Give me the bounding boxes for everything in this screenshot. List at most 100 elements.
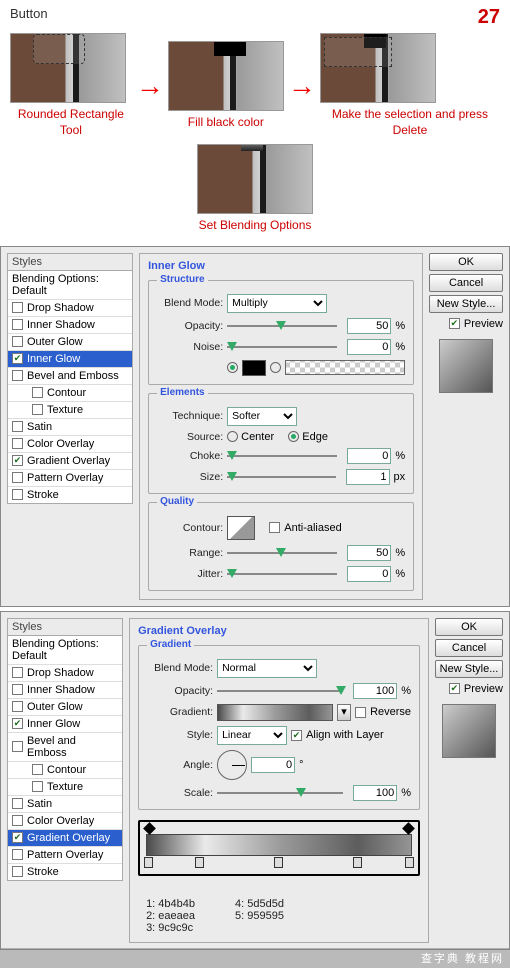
color-radio[interactable] [227,362,238,373]
blending-options[interactable]: Blending Options: Default [8,271,132,299]
layer-style-gradient-overlay: Styles Blending Options: Default Drop Sh… [0,611,510,950]
opacity-input[interactable] [353,683,397,699]
range-input[interactable] [347,545,391,561]
size-label: Size: [157,471,223,483]
fs-quality: Quality [157,496,197,507]
gradient-dropdown-icon[interactable]: ▾ [337,704,351,721]
styles-list: Blending Options: Default Drop Shadow In… [7,270,133,504]
ok-button[interactable]: OK [429,253,503,271]
scale-input[interactable] [353,785,397,801]
style-outer-glow[interactable]: Outer Glow [8,698,122,715]
style-texture[interactable]: Texture [8,778,122,795]
glow-gradient-swatch[interactable] [285,360,405,375]
gradient-stop-values: 1: 4b4b4b 2: eaeaea 3: 9c9c9c 4: 5d5d5d … [138,898,420,934]
style-outer-glow[interactable]: Outer Glow [8,333,132,350]
opacity-input[interactable] [347,318,391,334]
preview-swatch [442,704,496,758]
gradient-bar[interactable]: 1 2 3 4 5 [146,834,412,856]
style-bevel[interactable]: Bevel and Emboss [8,367,132,384]
style-drop-shadow[interactable]: Drop Shadow [8,664,122,681]
style-select[interactable]: Linear [217,726,287,745]
tutorial-step: Button 27 Rounded Rectangle Tool → Fill … [0,0,510,242]
cancel-button[interactable]: Cancel [435,639,503,657]
contour-swatch[interactable] [227,516,255,540]
contour-label: Contour: [157,522,223,534]
source-center-radio[interactable]: Center [227,431,274,443]
style-drop-shadow[interactable]: Drop Shadow [8,299,132,316]
anti-aliased-checkbox[interactable] [269,522,280,533]
preview-label: Preview [464,683,503,695]
glow-color-swatch[interactable] [242,360,266,376]
angle-wheel[interactable] [217,750,247,780]
preview-checkbox[interactable] [449,683,460,694]
watermark: 查字典 教程网 jiaocheng.chazidian.com [0,948,510,968]
style-gradient-overlay[interactable]: Gradient Overlay [8,829,122,846]
caption-2: Fill black color [168,115,284,131]
style-gradient-overlay[interactable]: Gradient Overlay [8,452,132,469]
caption-1: Rounded Rectangle Tool [10,107,132,138]
angle-input[interactable] [251,757,295,773]
scale-slider[interactable] [217,786,349,800]
align-checkbox[interactable] [291,730,302,741]
jitter-input[interactable] [347,566,391,582]
blend-mode-label: Blend Mode: [147,662,213,674]
gradient-stop[interactable] [195,857,204,868]
fs-gradient: Gradient [147,639,194,650]
style-pattern-overlay[interactable]: Pattern Overlay [8,469,132,486]
gradient-radio[interactable] [270,362,281,373]
preview-label: Preview [464,318,503,330]
style-inner-glow[interactable]: Inner Glow [8,350,132,367]
style-bevel[interactable]: Bevel and Emboss [8,732,122,761]
size-slider[interactable] [227,470,341,484]
anti-aliased-label: Anti-aliased [284,522,341,534]
style-inner-glow[interactable]: Inner Glow [8,715,122,732]
style-inner-shadow[interactable]: Inner Shadow [8,316,132,333]
caption-3: Make the selection and press Delete [320,107,500,138]
blend-mode-select[interactable]: Multiply [227,294,327,313]
thumb-2 [168,41,284,111]
blend-mode-select[interactable]: Normal [217,659,317,678]
cancel-button[interactable]: Cancel [429,274,503,292]
blending-options[interactable]: Blending Options: Default [8,636,122,664]
style-contour[interactable]: Contour [8,761,122,778]
style-inner-shadow[interactable]: Inner Shadow [8,681,122,698]
style-stroke[interactable]: Stroke [8,486,132,503]
style-label: Style: [147,729,213,741]
scale-label: Scale: [147,787,213,799]
gradient-stop[interactable] [353,857,362,868]
noise-input[interactable] [347,339,391,355]
style-texture[interactable]: Texture [8,401,132,418]
noise-slider[interactable] [227,340,343,354]
style-color-overlay[interactable]: Color Overlay [8,435,132,452]
gradient-stop[interactable] [274,857,283,868]
arrow-icon: → [136,70,164,102]
technique-select[interactable]: Softer [227,407,297,426]
gradient-stop[interactable] [144,857,153,868]
choke-label: Choke: [157,450,223,462]
gradient-editor: 1 2 3 4 5 [138,820,420,876]
style-pattern-overlay[interactable]: Pattern Overlay [8,846,122,863]
range-slider[interactable] [227,546,343,560]
gradient-swatch[interactable] [217,704,333,721]
new-style-button[interactable]: New Style... [429,295,503,313]
noise-label: Noise: [157,341,223,353]
size-input[interactable] [346,469,390,485]
style-stroke[interactable]: Stroke [8,863,122,880]
preview-checkbox[interactable] [449,318,460,329]
ok-button[interactable]: OK [435,618,503,636]
style-contour[interactable]: Contour [8,384,132,401]
angle-label: Angle: [147,759,213,771]
gradient-stop[interactable] [405,857,414,868]
style-satin[interactable]: Satin [8,795,122,812]
new-style-button[interactable]: New Style... [435,660,503,678]
source-edge-radio[interactable]: Edge [288,431,328,443]
jitter-slider[interactable] [227,567,343,581]
style-satin[interactable]: Satin [8,418,132,435]
style-color-overlay[interactable]: Color Overlay [8,812,122,829]
styles-list: Blending Options: Default Drop Shadow In… [7,635,123,881]
choke-slider[interactable] [227,449,343,463]
reverse-checkbox[interactable] [355,707,366,718]
opacity-slider[interactable] [217,684,349,698]
choke-input[interactable] [347,448,391,464]
opacity-slider[interactable] [227,319,343,333]
